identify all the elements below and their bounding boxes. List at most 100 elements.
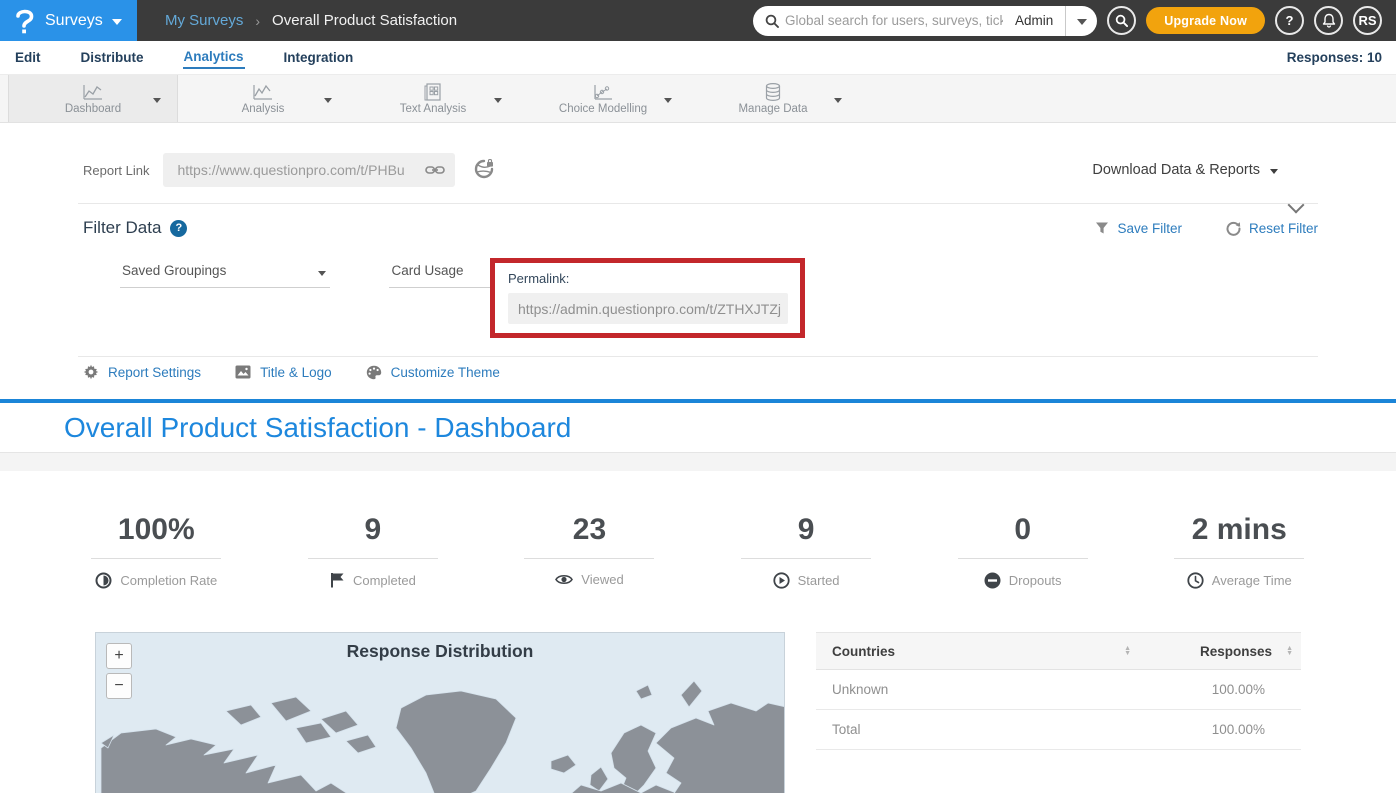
search-button[interactable] xyxy=(1107,6,1136,35)
title-logo-label: Title & Logo xyxy=(260,365,332,380)
link-icon[interactable] xyxy=(425,164,445,176)
sort-icon[interactable]: ▲▼ xyxy=(1124,646,1131,656)
toolbar-text-analysis[interactable]: Text Analysis xyxy=(348,75,518,122)
search-scope-dropdown[interactable] xyxy=(1065,6,1097,36)
line-chart-icon xyxy=(81,82,105,102)
tab-edit[interactable]: Edit xyxy=(14,47,42,68)
divider xyxy=(741,558,871,559)
sort-icon[interactable]: ▲▼ xyxy=(1286,646,1293,656)
report-settings-label: Report Settings xyxy=(108,365,201,380)
stat-dropouts: 0 Dropouts xyxy=(914,513,1131,589)
download-data-reports[interactable]: Download Data & Reports xyxy=(1092,162,1278,178)
toolbar-manage-data[interactable]: Manage Data xyxy=(688,75,858,122)
table-header: Countries ▲▼ Responses ▲▼ xyxy=(816,632,1301,670)
globe-lock-icon xyxy=(473,159,495,181)
bottom-row: Response Distribution + − Countries ▲▼ R… xyxy=(95,632,1396,793)
country-cell: Total xyxy=(832,722,1145,737)
chevron-down-icon[interactable] xyxy=(324,98,332,103)
toolbar-label: Analysis xyxy=(242,103,285,115)
stat-label: Dropouts xyxy=(1009,573,1062,588)
stat-value: 2 mins xyxy=(1192,513,1287,547)
zoom-in-button[interactable]: + xyxy=(106,643,132,669)
filter-actions: Save Filter Reset Filter xyxy=(1095,221,1318,236)
chevron-down-icon[interactable] xyxy=(664,98,672,103)
chevron-down-icon[interactable] xyxy=(834,98,842,103)
flag-icon xyxy=(330,572,345,588)
divider xyxy=(524,558,654,559)
report-privacy-button[interactable] xyxy=(473,159,495,181)
responses-count: Responses: 10 xyxy=(1287,50,1382,65)
stat-value: 0 xyxy=(1014,513,1031,547)
avatar[interactable]: RS xyxy=(1353,6,1382,35)
column-countries[interactable]: Countries ▲▼ xyxy=(832,644,1145,659)
filter-header: Filter Data ? Save Filter Reset Filter xyxy=(83,218,1318,238)
questionpro-dashboard: Surveys My Surveys › Overall Product Sat… xyxy=(0,0,1396,793)
download-label: Download Data & Reports xyxy=(1092,162,1260,178)
stat-viewed: 23 Viewed xyxy=(481,513,698,589)
global-search[interactable]: Admin xyxy=(753,6,1097,36)
chevron-down-icon xyxy=(1077,19,1087,25)
saved-groupings-dropdown[interactable]: Saved Groupings xyxy=(120,244,330,288)
permalink-field[interactable]: https://admin.questionpro.com/t/ZTHXJTZj xyxy=(508,293,788,324)
response-distribution-map: Response Distribution + − xyxy=(95,632,785,793)
notifications-button[interactable] xyxy=(1314,6,1343,35)
tab-integration[interactable]: Integration xyxy=(283,47,355,68)
filter-data-title: Filter Data xyxy=(83,218,161,238)
scatter-chart-icon xyxy=(591,82,615,102)
customize-theme-button[interactable]: Customize Theme xyxy=(366,365,500,380)
tab-analytics[interactable]: Analytics xyxy=(183,46,245,69)
global-search-input[interactable] xyxy=(785,13,1003,28)
breadcrumb-my-surveys[interactable]: My Surveys xyxy=(165,12,243,29)
toolbar-dashboard[interactable]: Dashboard xyxy=(8,75,178,122)
divider xyxy=(1174,558,1304,559)
questionpro-logo-icon xyxy=(12,7,36,34)
saved-groupings-label: Saved Groupings xyxy=(122,263,226,278)
save-filter-button[interactable]: Save Filter xyxy=(1095,221,1182,236)
table-row: Unknown 100.00% xyxy=(816,670,1301,710)
help-button[interactable]: ? xyxy=(1275,6,1304,35)
reset-filter-button[interactable]: Reset Filter xyxy=(1226,221,1318,236)
toolbar-choice-modelling[interactable]: Choice Modelling xyxy=(518,75,688,122)
document-grid-icon xyxy=(422,82,444,102)
topbar-actions: Admin Upgrade Now ? RS xyxy=(753,6,1396,36)
report-link-field[interactable]: https://www.questionpro.com/t/PHBu xyxy=(163,153,455,187)
stat-label: Completion Rate xyxy=(120,573,217,588)
toolbar-label: Manage Data xyxy=(738,103,807,115)
divider xyxy=(91,558,221,559)
breadcrumb: My Surveys › Overall Product Satisfactio… xyxy=(165,12,457,29)
tab-distribute[interactable]: Distribute xyxy=(80,47,145,68)
report-settings-button[interactable]: Report Settings xyxy=(83,364,201,380)
search-scope-label: Admin xyxy=(1003,13,1065,28)
country-cell: Unknown xyxy=(832,682,1145,697)
top-bar: Surveys My Surveys › Overall Product Sat… xyxy=(0,0,1396,41)
responses-cell: 100.00% xyxy=(1145,682,1295,697)
collapse-panel-chevron[interactable] xyxy=(1288,197,1305,214)
page-title: Overall Product Satisfaction - Dashboard xyxy=(64,412,571,444)
filter-help-icon[interactable]: ? xyxy=(170,220,187,237)
funnel-icon xyxy=(1095,221,1109,235)
image-icon xyxy=(235,365,251,379)
zoom-out-button[interactable]: − xyxy=(106,673,132,699)
play-circle-icon xyxy=(773,572,790,589)
report-settings-row: Report Settings Title & Logo Customize T… xyxy=(83,371,1318,397)
title-logo-button[interactable]: Title & Logo xyxy=(235,365,332,380)
analytics-toolbar: Dashboard Analysis xyxy=(0,75,1396,123)
stat-completed: 9 Completed xyxy=(265,513,482,589)
card-usage-label: Card Usage xyxy=(391,263,463,278)
table-row: Total 100.00% xyxy=(816,710,1301,750)
product-switcher[interactable]: Surveys xyxy=(0,0,137,41)
bell-icon xyxy=(1322,13,1336,28)
survey-nav: Edit Distribute Analytics Integration Re… xyxy=(0,41,1396,75)
permalink-value: https://admin.questionpro.com/t/ZTHXJTZj xyxy=(518,301,781,317)
report-link-value: https://www.questionpro.com/t/PHBu xyxy=(177,162,425,178)
chevron-down-icon[interactable] xyxy=(153,98,161,103)
product-name: Surveys xyxy=(45,12,103,30)
stat-label: Viewed xyxy=(581,572,623,587)
chevron-down-icon[interactable] xyxy=(494,98,502,103)
column-responses[interactable]: Responses ▲▼ xyxy=(1145,644,1295,659)
save-filter-label: Save Filter xyxy=(1117,221,1182,236)
countries-table: Countries ▲▼ Responses ▲▼ Unknown 100.00… xyxy=(816,632,1301,793)
upgrade-now-button[interactable]: Upgrade Now xyxy=(1146,7,1265,34)
toolbar-analysis[interactable]: Analysis xyxy=(178,75,348,122)
clock-icon xyxy=(1187,572,1204,589)
